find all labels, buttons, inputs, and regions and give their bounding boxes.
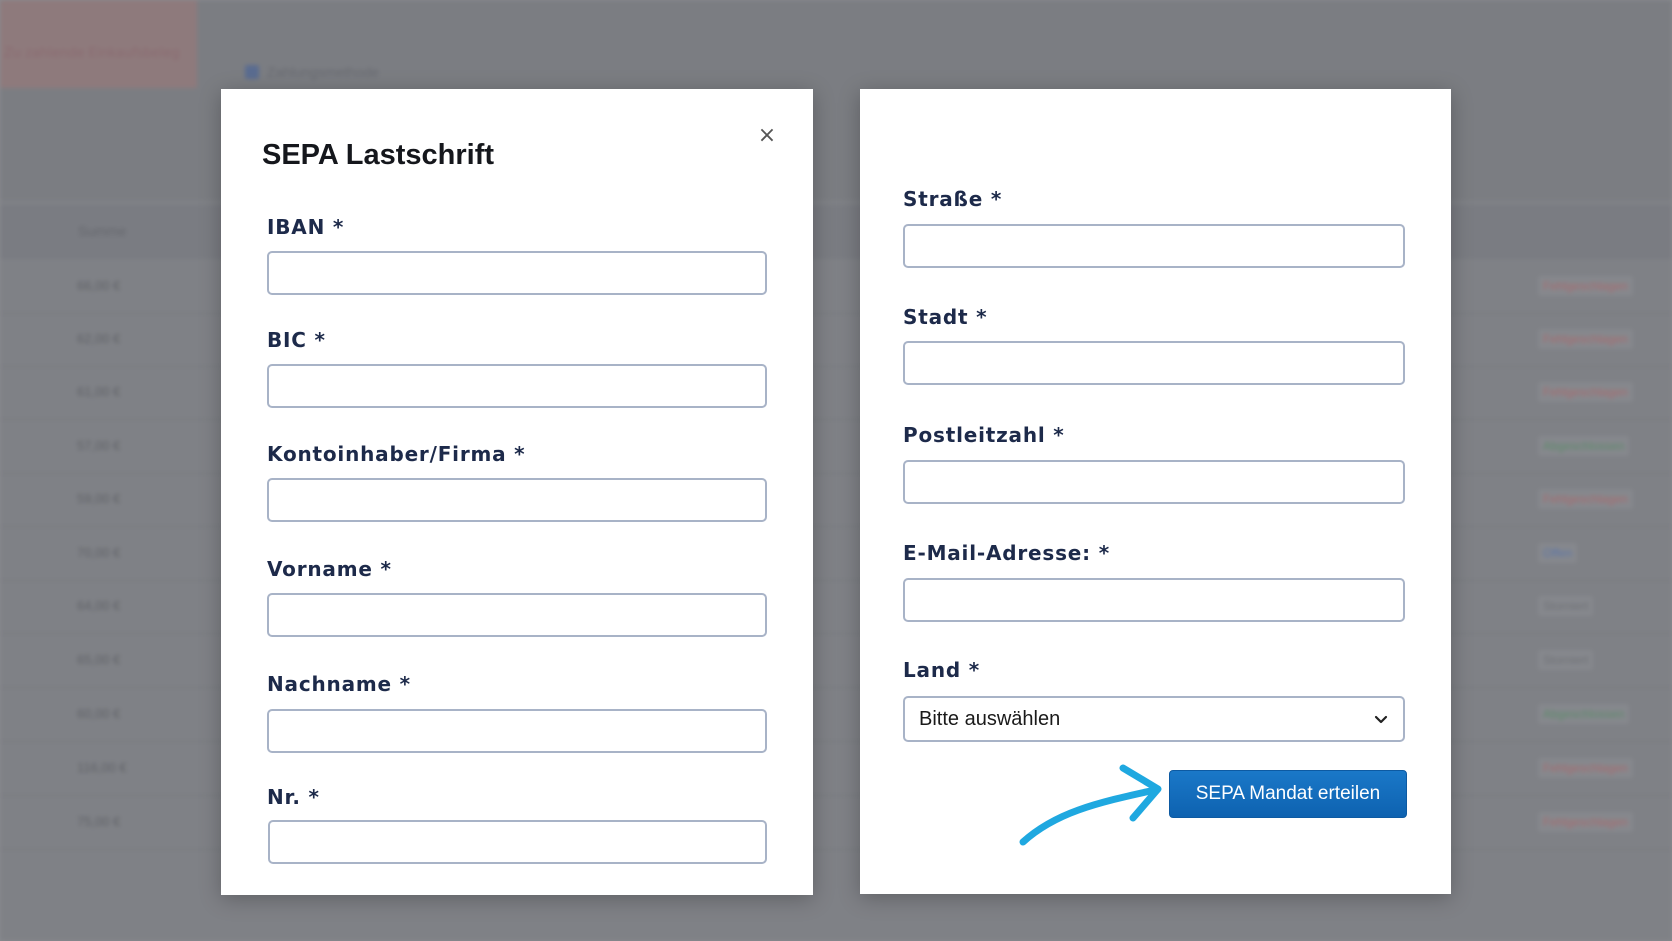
sepa-modal-left: SEPA Lastschrift × IBAN * BIC * Kontoinh… <box>221 89 813 895</box>
background-alert: Zu zahlende Einkaufsbeleg <box>0 0 197 88</box>
close-icon[interactable]: × <box>756 125 778 147</box>
status-badge: Storniert <box>1538 596 1594 616</box>
bic-input[interactable] <box>267 364 767 408</box>
status-badge: Storniert <box>1538 650 1594 670</box>
land-select-value: Bitte auswählen <box>919 707 1061 730</box>
chevron-down-icon <box>1374 715 1388 724</box>
status-badge: Fehlgeschlagen <box>1538 329 1633 349</box>
land-label: Land * <box>903 658 981 682</box>
background-payment-label: Zahlungsmethode <box>267 64 380 80</box>
nachname-label: Nachname * <box>267 672 411 696</box>
nr-input[interactable] <box>268 820 767 864</box>
email-label: E-Mail-Adresse: * <box>903 541 1110 565</box>
status-badge: Offen <box>1538 543 1578 563</box>
sepa-mandat-button[interactable]: SEPA Mandat erteilen <box>1169 770 1407 818</box>
stadt-label: Stadt * <box>903 305 988 329</box>
status-badge: Fehlgeschlagen <box>1538 489 1633 509</box>
background-column-sum: Summe <box>78 223 127 239</box>
background-alert-text: Zu zahlende Einkaufsbeleg <box>4 46 180 61</box>
modal-title: SEPA Lastschrift <box>262 139 495 171</box>
strasse-input[interactable] <box>903 224 1405 268</box>
kontoinhaber-input[interactable] <box>267 478 767 522</box>
row-sum: 64,00 € <box>77 598 121 613</box>
nr-label: Nr. * <box>267 785 320 809</box>
strasse-label: Straße * <box>903 187 1003 211</box>
status-badge: Abgeschlossen <box>1538 704 1630 724</box>
background-payment-method: Zahlungsmethode <box>245 64 379 80</box>
postleitzahl-label: Postleitzahl * <box>903 423 1065 447</box>
row-sum: 116,00 € <box>77 760 127 775</box>
iban-input[interactable] <box>267 251 767 295</box>
row-sum: 57,00 € <box>77 438 121 453</box>
status-badge: Fehlgeschlagen <box>1538 812 1633 832</box>
postleitzahl-input[interactable] <box>903 460 1405 504</box>
iban-label: IBAN * <box>267 215 345 239</box>
row-sum: 62,00 € <box>77 331 121 346</box>
row-sum: 66,00 € <box>77 278 121 293</box>
vorname-input[interactable] <box>267 593 767 637</box>
arrow-annotation-icon <box>1019 764 1162 846</box>
stadt-input[interactable] <box>903 341 1405 385</box>
kontoinhaber-label: Kontoinhaber/Firma * <box>267 442 526 466</box>
row-sum: 75,00 € <box>77 814 121 829</box>
row-sum: 65,00 € <box>77 652 121 667</box>
status-badge: Fehlgeschlagen <box>1538 276 1633 296</box>
row-sum: 60,00 € <box>77 706 121 721</box>
vorname-label: Vorname * <box>267 557 392 581</box>
land-select[interactable]: Bitte auswählen <box>903 696 1405 742</box>
nachname-input[interactable] <box>267 709 767 753</box>
bic-label: BIC * <box>267 328 326 352</box>
row-sum: 61,00 € <box>77 384 121 399</box>
card-icon <box>245 65 259 79</box>
email-input[interactable] <box>903 578 1405 622</box>
row-sum: 70,00 € <box>77 545 121 560</box>
status-badge: Fehlgeschlagen <box>1538 758 1633 778</box>
status-badge: Abgeschlossen <box>1538 436 1630 456</box>
row-sum: 59,00 € <box>77 491 121 506</box>
status-badge: Fehlgeschlagen <box>1538 382 1633 402</box>
